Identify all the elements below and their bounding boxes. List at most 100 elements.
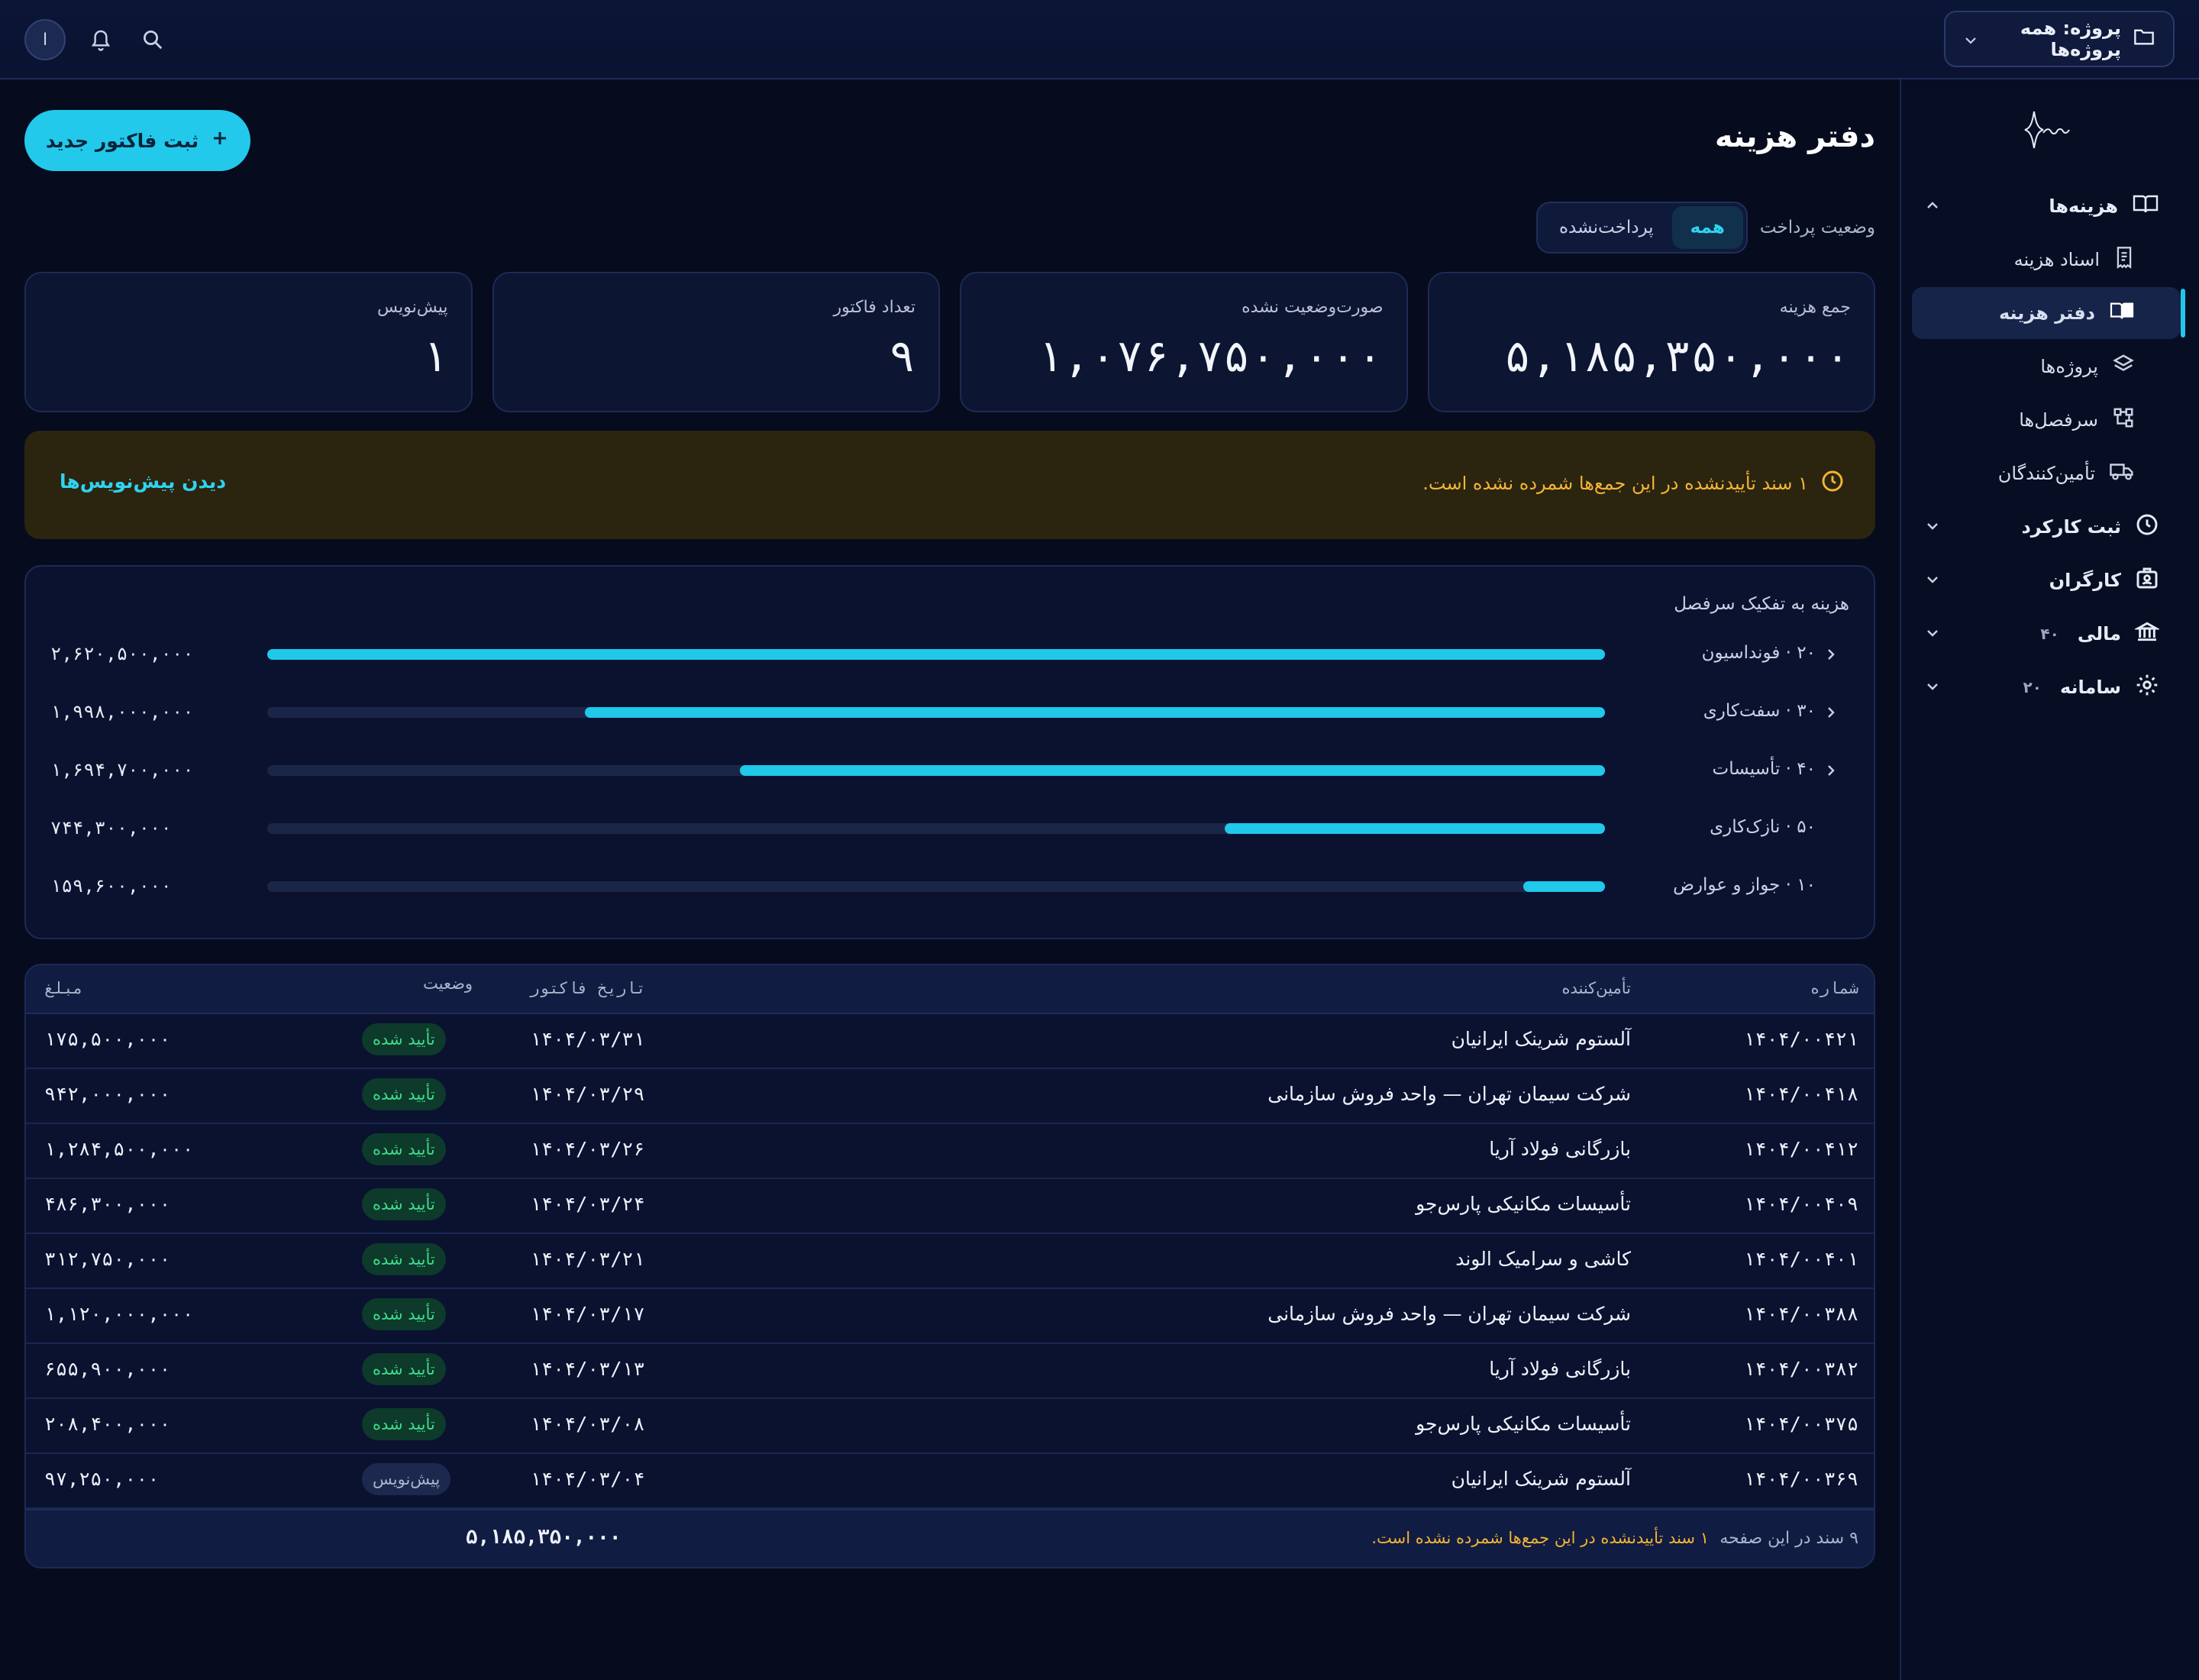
sidebar-item-finance[interactable]: ۴۰ مالی [1912, 608, 2181, 660]
sidebar-item-label: سامانه [2059, 677, 2121, 698]
chart-bar [739, 765, 1605, 776]
table-footer: ۹ سند در این صفحه ۱ سند تأییدنشده در این… [26, 1509, 1874, 1567]
payment-status-segmented: همه پرداخت‌نشده [1535, 202, 1748, 254]
sidebar-item-projects[interactable]: پروژه‌ها [1912, 341, 2181, 393]
stat-card-drafts: پیش‌نویس ۱ [24, 272, 473, 412]
stat-label: صورت‌وضعیت نشده [1242, 298, 1384, 317]
chart-value-label: ۲,۶۲۰,۵۰۰,۰۰۰ [50, 643, 194, 664]
sidebar-item-system[interactable]: ۲۰ سامانه [1912, 661, 2181, 713]
cell-amount: ۹۴۲,۰۰۰,۰۰۰ [44, 1083, 171, 1105]
status-badge: تأیید شده [362, 1408, 446, 1440]
warning-message: ۱ سند تأییدنشده در این جمع‌ها شمرده نشده… [1422, 469, 1845, 498]
column-header-status[interactable]: وضعیت [423, 974, 473, 993]
column-header-amount[interactable]: مبلغ [44, 979, 83, 997]
footer-total: ۵,۱۸۵,۳۵۰,۰۰۰ [466, 1526, 622, 1549]
status-badge: تأیید شده [362, 1353, 446, 1385]
sidebar-item-expense-ledger[interactable]: دفتر هزینه [1912, 287, 2185, 339]
chart-category-label: ۱۰ · جواز و عوارض [1673, 875, 1816, 895]
page-title: دفتر هزینه [1714, 119, 1875, 154]
cell-number: ۱۴۰۴/۰۰۴۱۸ [1743, 1083, 1858, 1105]
chart-row[interactable]: ۳۰ · سفت‌کاری ۱,۹۹۸,۰۰۰,۰۰۰ [26, 698, 1877, 729]
cell-amount: ۱۷۵,۵۰۰,۰۰۰ [44, 1028, 171, 1050]
status-badge: تأیید شده [362, 1078, 446, 1110]
table-row[interactable]: ۱۴۰۴/۰۰۳۶۹ آلستوم شرینک ایرانیان ۱۴۰۴/۰۳/۰… [26, 1454, 1874, 1509]
clock-icon [2135, 512, 2159, 541]
cell-date: ۱۴۰۴/۰۳/۱۳ [530, 1358, 645, 1380]
stat-value: ۱ [421, 330, 448, 382]
table-row[interactable]: ۱۴۰۴/۰۰۳۸۲ بازرگانی فولاد آریا ۱۴۰۴/۰۳/۱۳ ت… [26, 1344, 1874, 1399]
unapproved-warning-banner: ۱ سند تأییدنشده در این جمع‌ها شمرده نشده… [24, 431, 1875, 539]
sidebar-item-workers[interactable]: کارگران [1912, 554, 2181, 606]
sidebar-item-label: هزینه‌ها [2049, 195, 2118, 217]
column-header-number[interactable]: شماره [1810, 979, 1858, 997]
view-drafts-link[interactable]: دیدن پیش‌نویس‌ها [60, 470, 226, 493]
chevron-right-icon[interactable] [1825, 704, 1837, 724]
chevron-right-icon[interactable] [1825, 646, 1837, 666]
table-row[interactable]: ۱۴۰۴/۰۰۴۱۸ شرکت سیمان تهران — واحد فروش س… [26, 1069, 1874, 1124]
sidebar-item-suppliers[interactable]: تأمین‌کنندگان [1912, 447, 2181, 499]
table-row[interactable]: ۱۴۰۴/۰۰۴۰۱ کاشی و سرامیک الوند ۱۴۰۴/۰۳/۲۱ ت… [26, 1234, 1874, 1289]
search-icon[interactable] [136, 23, 170, 57]
chart-bar [267, 649, 1605, 660]
cell-date: ۱۴۰۴/۰۳/۲۹ [530, 1083, 645, 1105]
filter-all-button[interactable]: همه [1671, 206, 1743, 249]
sidebar-item-attendance[interactable]: ثبت کارکرد [1912, 501, 2181, 553]
chart-row[interactable]: ۴۰ · تأسیسات ۱,۶۹۴,۷۰۰,۰۰۰ [26, 756, 1877, 787]
cell-amount: ۱,۱۲۰,۰۰۰,۰۰۰ [44, 1303, 194, 1325]
logo [2016, 107, 2077, 153]
footer-count: ۹ سند در این صفحه [1719, 1529, 1858, 1548]
chevron-up-icon [1924, 197, 1941, 218]
cell-number: ۱۴۰۴/۰۰۳۷۵ [1743, 1413, 1858, 1435]
new-invoice-button[interactable]: ثبت فاکتور جدید [24, 110, 250, 171]
project-switcher[interactable]: پروژه: همه پروژه‌ها [1944, 11, 2175, 67]
cell-status: تأیید شده [362, 1298, 446, 1330]
stat-label: پیش‌نویس [377, 298, 448, 317]
table-row[interactable]: ۱۴۰۴/۰۰۴۱۲ بازرگانی فولاد آریا ۱۴۰۴/۰۳/۲۶ ت… [26, 1124, 1874, 1179]
stat-card-unbilled: صورت‌وضعیت نشده ۱,۰۷۶,۷۵۰,۰۰۰ [960, 272, 1408, 412]
table-row[interactable]: ۱۴۰۴/۰۰۴۰۹ تأسیسات مکانیکی پارس‌جو ۱۴۰۴/۰۳… [26, 1179, 1874, 1234]
cell-amount: ۱,۲۸۴,۵۰۰,۰۰۰ [44, 1138, 194, 1160]
chart-value-label: ۱۵۹,۶۰۰,۰۰۰ [50, 875, 172, 897]
sidebar-item-expenses[interactable]: هزینه‌ها [1912, 180, 2181, 232]
stat-card-total: جمع هزینه ۵,۱۸۵,۳۵۰,۰۰۰ [1427, 272, 1875, 412]
cell-status: تأیید شده [362, 1078, 446, 1110]
bank-icon [2133, 619, 2161, 648]
filter-unpaid-button[interactable]: پرداخت‌نشده [1541, 206, 1672, 249]
cost-by-heading-chart: هزینه به تفکیک سرفصل ۲۰ · فونداسیون ۲,۶۲۰… [24, 565, 1875, 939]
chevron-right-icon[interactable] [1825, 762, 1837, 782]
stat-value: ۱,۰۷۶,۷۵۰,۰۰۰ [1036, 330, 1384, 382]
bell-icon[interactable] [84, 23, 118, 57]
cell-date: ۱۴۰۴/۰۳/۳۱ [530, 1028, 645, 1050]
chevron-down-icon [1924, 625, 1941, 646]
cell-number: ۱۴۰۴/۰۰۴۱۲ [1743, 1138, 1858, 1160]
cell-number: ۱۴۰۴/۰۰۴۰۱ [1743, 1248, 1858, 1270]
table-row[interactable]: ۱۴۰۴/۰۰۳۷۵ تأسیسات مکانیکی پارس‌جو ۱۴۰۴/۰۳… [26, 1399, 1874, 1454]
chevron-down-icon [1924, 571, 1941, 593]
sidebar-item-expense-docs[interactable]: اسناد هزینه [1912, 234, 2181, 286]
avatar[interactable]: ا [24, 19, 66, 60]
column-header-supplier[interactable]: تأمین‌کننده [1561, 979, 1631, 997]
payment-status-label: وضعیت پرداخت [1759, 218, 1875, 237]
cell-amount: ۶۵۵,۹۰۰,۰۰۰ [44, 1358, 171, 1380]
column-header-date[interactable]: تاریخ فاکتور [530, 979, 646, 997]
chart-bar-track [267, 649, 1605, 660]
table-row[interactable]: ۱۴۰۴/۰۰۴۲۱ آلستوم شرینک ایرانیان ۱۴۰۴/۰۳/۳… [26, 1014, 1874, 1069]
chart-category-label: ۵۰ · نازک‌کاری [1710, 817, 1816, 837]
chart-value-label: ۷۴۴,۳۰۰,۰۰۰ [50, 817, 172, 838]
table-row[interactable]: ۱۴۰۴/۰۰۳۸۸ شرکت سیمان تهران — واحد فروش س… [26, 1289, 1874, 1344]
chart-row[interactable]: ۲۰ · فونداسیون ۲,۶۲۰,۵۰۰,۰۰۰ [26, 640, 1877, 670]
stats-row: جمع هزینه ۵,۱۸۵,۳۵۰,۰۰۰ صورت‌وضعیت نشده … [24, 272, 1875, 412]
table-header: شماره تأمین‌کننده تاریخ فاکتور وضعیت مبل… [26, 965, 1874, 1014]
book-open-icon [2132, 192, 2159, 220]
cell-supplier: شرکت سیمان تهران — واحد فروش سازمانی [1267, 1083, 1631, 1105]
cell-supplier: تأسیسات مکانیکی پارس‌جو [1416, 1413, 1631, 1435]
cell-status: تأیید شده [362, 1243, 446, 1275]
chart-value-label: ۱,۹۹۸,۰۰۰,۰۰۰ [50, 701, 194, 722]
cell-supplier: شرکت سیمان تهران — واحد فروش سازمانی [1267, 1303, 1631, 1325]
status-badge: پیش‌نویس [362, 1463, 451, 1495]
sidebar-item-headings[interactable]: سرفصل‌ها [1912, 394, 2181, 446]
sidebar: هزینه‌ها اسناد هزینه دفتر هزینه پروژه‌ها… [1900, 79, 2199, 1680]
id-badge-icon [2135, 566, 2159, 595]
finance-badge: ۴۰ [2040, 625, 2059, 643]
cell-number: ۱۴۰۴/۰۰۴۲۱ [1743, 1028, 1858, 1050]
